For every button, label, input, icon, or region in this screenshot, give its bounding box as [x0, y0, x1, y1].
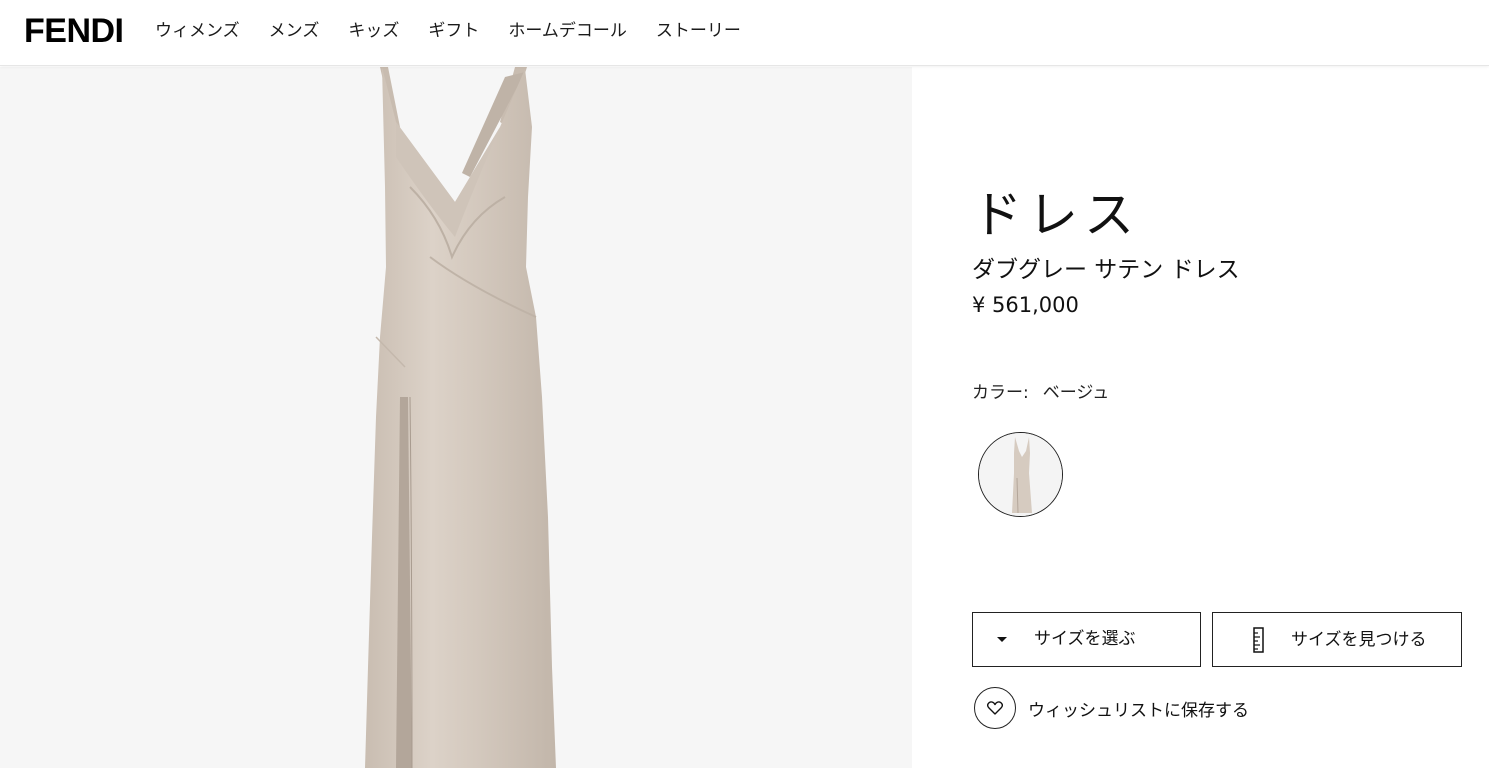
- nav-item-home-decor[interactable]: ホームデコール: [508, 19, 627, 43]
- product-title: ドレス: [972, 186, 1140, 244]
- select-size-label: サイズを選ぶ: [1034, 629, 1136, 649]
- color-value: ベージュ: [1042, 383, 1110, 403]
- heart-icon: [987, 701, 1003, 715]
- ruler-icon: [1253, 627, 1264, 653]
- site-header: FENDI ウィメンズ メンズ キッズ ギフト ホームデコール ストーリー: [0, 0, 1489, 66]
- fendi-logo[interactable]: FENDI: [24, 12, 124, 50]
- color-info: カラー: ベージュ: [972, 381, 1109, 405]
- product-dress-image: [365, 67, 556, 768]
- main-nav: ウィメンズ メンズ キッズ ギフト ホームデコール ストーリー: [155, 19, 770, 43]
- chevron-down-icon: [997, 637, 1007, 642]
- select-size-button[interactable]: サイズを選ぶ: [972, 612, 1201, 667]
- wishlist-label: ウィッシュリストに保存する: [1028, 700, 1249, 721]
- product-details-panel: ドレス ダブグレー サテン ドレス ¥ 561,000 カラー: ベージュ サイズ…: [912, 67, 1489, 768]
- nav-item-kids[interactable]: キッズ: [348, 19, 399, 43]
- find-size-label: サイズを見つける: [1291, 630, 1427, 650]
- wishlist-button[interactable]: ウィッシュリストに保存する: [974, 687, 1249, 729]
- product-subtitle: ダブグレー サテン ドレス: [972, 257, 1240, 283]
- wishlist-icon-circle[interactable]: [974, 687, 1016, 729]
- color-swatch-beige[interactable]: [978, 432, 1063, 517]
- product-price: ¥ 561,000: [972, 293, 1079, 317]
- nav-item-mens[interactable]: メンズ: [269, 19, 320, 43]
- nav-item-stories[interactable]: ストーリー: [656, 19, 741, 43]
- swatch-dress-thumbnail: [979, 433, 1062, 516]
- nav-item-gifts[interactable]: ギフト: [428, 19, 479, 43]
- color-label: カラー:: [972, 383, 1029, 403]
- nav-item-womens[interactable]: ウィメンズ: [155, 19, 240, 43]
- product-image-gallery[interactable]: [0, 67, 912, 768]
- find-size-button[interactable]: サイズを見つける: [1212, 612, 1462, 667]
